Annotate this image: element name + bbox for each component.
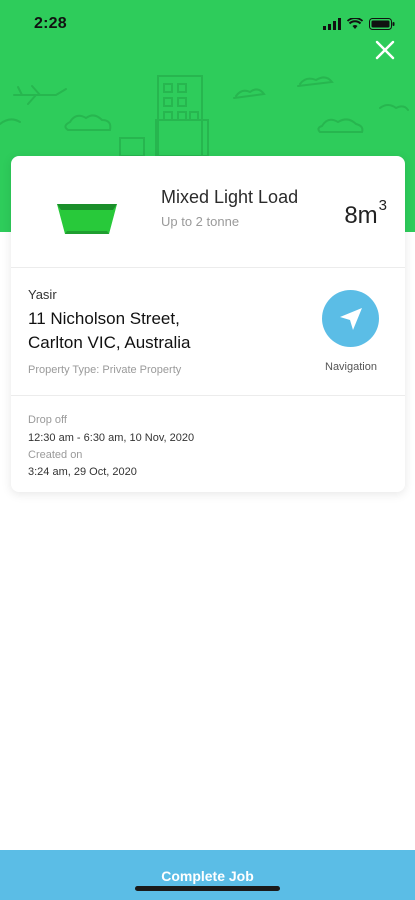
job-card: Mixed Light Load Up to 2 tonne 8m3 Yasir… bbox=[11, 156, 405, 492]
load-volume: 8m3 bbox=[344, 197, 387, 230]
status-icons bbox=[323, 17, 395, 35]
dropoff-label: Drop off bbox=[28, 414, 67, 426]
address-line-2: Carlton VIC, Australia bbox=[28, 333, 191, 352]
job-address: 11 Nicholson Street, Carlton VIC, Austra… bbox=[28, 307, 298, 355]
load-title: Mixed Light Load bbox=[161, 187, 299, 207]
load-section: Mixed Light Load Up to 2 tonne 8m3 bbox=[11, 156, 405, 268]
address-line-1: 11 Nicholson Street, bbox=[28, 309, 180, 328]
navigation-button[interactable] bbox=[322, 290, 379, 347]
volume-exponent: 3 bbox=[378, 197, 387, 214]
customer-name: Yasir bbox=[28, 287, 57, 302]
navigation-label: Navigation bbox=[325, 361, 377, 373]
status-time: 2:28 bbox=[34, 15, 67, 32]
schedule-section: Drop off 12:30 am - 6:30 am, 10 Nov, 202… bbox=[11, 396, 405, 492]
property-type: Property Type: Private Property bbox=[28, 364, 182, 376]
volume-value: 8m bbox=[344, 202, 378, 229]
home-indicator bbox=[135, 886, 280, 891]
load-capacity: Up to 2 tonne bbox=[161, 214, 240, 229]
complete-job-label: Complete Job bbox=[161, 868, 254, 884]
battery-icon bbox=[369, 17, 395, 35]
created-label: Created on bbox=[28, 449, 83, 461]
wifi-icon bbox=[346, 17, 364, 35]
close-icon bbox=[375, 40, 395, 60]
skip-bin-icon bbox=[55, 198, 119, 241]
created-value: 3:24 am, 29 Oct, 2020 bbox=[28, 466, 137, 478]
signal-icon bbox=[323, 17, 341, 35]
status-bar: 2:28 bbox=[0, 0, 415, 48]
dropoff-value: 12:30 am - 6:30 am, 10 Nov, 2020 bbox=[28, 432, 195, 444]
close-button[interactable] bbox=[371, 36, 399, 64]
address-section: Yasir 11 Nicholson Street, Carlton VIC, … bbox=[11, 268, 405, 396]
complete-job-button[interactable]: Complete Job bbox=[0, 850, 415, 900]
navigation-arrow-icon bbox=[340, 308, 362, 330]
